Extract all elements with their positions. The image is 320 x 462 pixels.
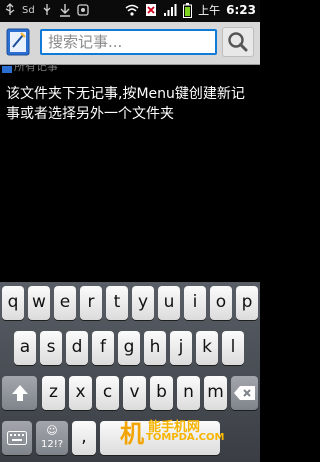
key-j[interactable]: j bbox=[170, 331, 192, 365]
key-e[interactable]: e bbox=[54, 286, 76, 320]
battery-icon bbox=[183, 2, 193, 18]
key-z[interactable]: z bbox=[42, 376, 65, 410]
search-input[interactable]: 搜索记事... bbox=[40, 29, 217, 55]
key-l[interactable]: l bbox=[222, 331, 244, 365]
search-placeholder: 搜索记事... bbox=[48, 33, 123, 51]
key-p[interactable]: p bbox=[236, 286, 258, 320]
key-r[interactable]: r bbox=[80, 286, 102, 320]
folder-header[interactable]: 所有记事 bbox=[0, 64, 260, 76]
folder-icon bbox=[2, 66, 12, 73]
shift-key[interactable] bbox=[2, 376, 37, 410]
search-bar: 搜索记事... bbox=[0, 22, 260, 65]
backspace-icon bbox=[233, 386, 255, 400]
key-v[interactable]: v bbox=[123, 376, 146, 410]
sd-icon: Sd bbox=[22, 4, 35, 16]
comma-key[interactable]: , bbox=[72, 421, 96, 455]
key-b[interactable]: b bbox=[150, 376, 173, 410]
wifi-icon bbox=[125, 4, 139, 16]
watermark-logo: 机 bbox=[120, 420, 144, 448]
key-o[interactable]: o bbox=[210, 286, 232, 320]
key-f[interactable]: f bbox=[92, 331, 114, 365]
keyboard-settings-icon bbox=[7, 431, 27, 445]
key-g[interactable]: g bbox=[118, 331, 140, 365]
key-q[interactable]: q bbox=[2, 286, 24, 320]
watermark-domain: TOMPDA.COM bbox=[146, 432, 225, 443]
delete-key[interactable] bbox=[231, 376, 258, 410]
status-notifications: Sd bbox=[4, 3, 89, 17]
watermark: 机 能手机网 TOMPDA.COM bbox=[120, 414, 260, 454]
key-a[interactable]: a bbox=[14, 331, 36, 365]
symbols-key[interactable]: ☺ 12!? bbox=[36, 421, 68, 455]
signal-icon bbox=[164, 4, 177, 16]
symbols-label: 12!? bbox=[40, 439, 64, 450]
key-y[interactable]: y bbox=[132, 286, 154, 320]
key-x[interactable]: x bbox=[69, 376, 92, 410]
key-m[interactable]: m bbox=[204, 376, 227, 410]
key-s[interactable]: s bbox=[40, 331, 62, 365]
time-ampm: 上午 bbox=[198, 4, 221, 17]
search-icon bbox=[228, 32, 248, 52]
empty-folder-message: 该文件夹下无记事,按Menu键创建新记事或者选择另外一个文件夹 bbox=[6, 86, 245, 122]
keyboard-settings-key[interactable] bbox=[2, 421, 32, 455]
status-bar: Sd 上午 6:23 bbox=[0, 0, 260, 22]
usb-debug-icon bbox=[43, 4, 51, 15]
key-c[interactable]: c bbox=[96, 376, 119, 410]
smiley-glyph: ☺ bbox=[46, 424, 58, 437]
key-d[interactable]: d bbox=[66, 331, 88, 365]
download-icon bbox=[59, 4, 70, 17]
clock: 6:23 bbox=[226, 3, 256, 17]
shift-icon bbox=[11, 385, 28, 401]
key-w[interactable]: w bbox=[28, 286, 50, 320]
key-n[interactable]: n bbox=[177, 376, 200, 410]
status-indicators: 上午 6:23 bbox=[125, 2, 256, 18]
notes-app-icon[interactable] bbox=[5, 27, 33, 57]
key-u[interactable]: u bbox=[158, 286, 180, 320]
key-i[interactable]: i bbox=[184, 286, 206, 320]
key-k[interactable]: k bbox=[196, 331, 218, 365]
usb-icon bbox=[5, 3, 15, 15]
folder-name: 所有记事 bbox=[14, 64, 58, 73]
no-sim-icon bbox=[146, 4, 157, 16]
key-t[interactable]: t bbox=[106, 286, 128, 320]
search-button[interactable] bbox=[222, 27, 254, 57]
key-h[interactable]: h bbox=[144, 331, 166, 365]
app-notification-icon bbox=[77, 4, 89, 16]
